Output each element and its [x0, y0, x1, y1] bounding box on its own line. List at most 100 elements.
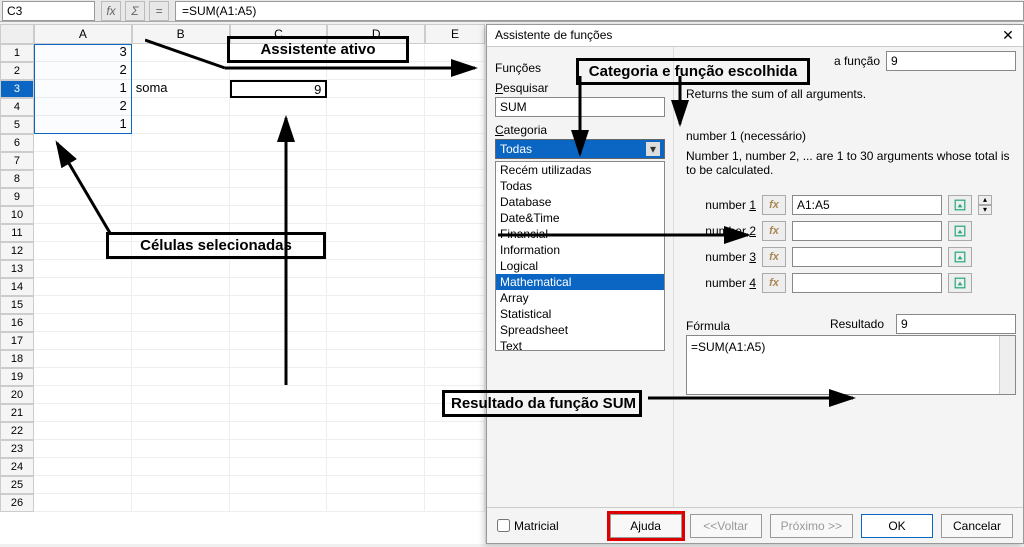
shrink-icon[interactable]	[948, 221, 972, 241]
cell[interactable]	[327, 422, 425, 440]
cell[interactable]	[425, 494, 485, 512]
cell[interactable]	[34, 314, 132, 332]
cell[interactable]	[230, 188, 328, 206]
cell[interactable]	[230, 260, 328, 278]
cell[interactable]	[327, 332, 425, 350]
cell[interactable]	[425, 422, 485, 440]
cell[interactable]	[132, 170, 230, 188]
col-header[interactable]: D	[327, 24, 425, 44]
cell[interactable]	[425, 170, 485, 188]
cell[interactable]	[132, 296, 230, 314]
cell[interactable]	[327, 170, 425, 188]
fx-icon[interactable]: fx	[762, 273, 786, 293]
cell[interactable]	[230, 134, 328, 152]
list-item[interactable]: Spreadsheet	[496, 322, 664, 338]
col-header[interactable]: A	[34, 24, 132, 44]
cell[interactable]	[230, 170, 328, 188]
cell[interactable]	[34, 296, 132, 314]
list-item[interactable]: Recém utilizadas	[496, 162, 664, 178]
row-header[interactable]: 21	[0, 404, 34, 422]
row-header[interactable]: 10	[0, 206, 34, 224]
cell[interactable]	[132, 440, 230, 458]
cell[interactable]	[230, 440, 328, 458]
cell[interactable]	[34, 188, 132, 206]
cell[interactable]	[34, 206, 132, 224]
sigma-icon[interactable]: Σ	[125, 1, 145, 21]
cell[interactable]	[230, 404, 328, 422]
cell[interactable]	[132, 224, 230, 242]
cell[interactable]	[34, 422, 132, 440]
search-input[interactable]	[495, 97, 665, 117]
list-item[interactable]: Logical	[496, 258, 664, 274]
row-header[interactable]: 15	[0, 296, 34, 314]
cell[interactable]	[132, 134, 230, 152]
cell[interactable]	[230, 242, 328, 260]
col-header[interactable]: B	[132, 24, 230, 44]
cell[interactable]	[230, 368, 328, 386]
cell[interactable]	[34, 170, 132, 188]
cell[interactable]	[425, 296, 485, 314]
formula-input[interactable]	[175, 1, 1024, 21]
cell[interactable]	[327, 260, 425, 278]
cell[interactable]	[132, 422, 230, 440]
row-header[interactable]: 11	[0, 224, 34, 242]
cell[interactable]	[327, 314, 425, 332]
cell[interactable]: 2	[34, 62, 132, 80]
shrink-icon[interactable]	[948, 247, 972, 267]
close-icon[interactable]: ✕	[999, 27, 1017, 45]
cell[interactable]	[425, 242, 485, 260]
list-item[interactable]: Todas	[496, 178, 664, 194]
cell[interactable]	[327, 134, 425, 152]
cell[interactable]	[34, 458, 132, 476]
list-item[interactable]: Mathematical	[496, 274, 664, 290]
row-header[interactable]: 2	[0, 62, 34, 80]
cell[interactable]	[327, 44, 425, 62]
cell[interactable]	[327, 368, 425, 386]
cell[interactable]	[327, 278, 425, 296]
cell[interactable]	[327, 476, 425, 494]
cell[interactable]	[132, 98, 230, 116]
cell[interactable]	[425, 206, 485, 224]
row-header[interactable]: 13	[0, 260, 34, 278]
cell[interactable]	[425, 332, 485, 350]
cell[interactable]	[34, 134, 132, 152]
cell[interactable]	[327, 152, 425, 170]
cell[interactable]	[425, 260, 485, 278]
arg-input[interactable]	[792, 247, 942, 267]
matrix-checkbox[interactable]: Matricial	[497, 519, 559, 533]
cell[interactable]	[132, 242, 230, 260]
cell[interactable]: 3	[34, 44, 132, 62]
cell[interactable]	[132, 368, 230, 386]
cell[interactable]	[327, 458, 425, 476]
equals-icon[interactable]: =	[149, 1, 169, 21]
row-header[interactable]: 7	[0, 152, 34, 170]
col-header[interactable]: E	[425, 24, 485, 44]
cell[interactable]: 2	[34, 98, 132, 116]
cell[interactable]	[425, 224, 485, 242]
cell[interactable]	[327, 80, 425, 98]
cell[interactable]	[230, 224, 328, 242]
cell[interactable]	[230, 476, 328, 494]
shrink-icon[interactable]	[948, 273, 972, 293]
cell[interactable]	[327, 440, 425, 458]
cell[interactable]	[425, 440, 485, 458]
arg-input[interactable]	[792, 195, 942, 215]
row-header[interactable]: 3	[0, 80, 34, 98]
row-header[interactable]: 18	[0, 350, 34, 368]
fx-icon[interactable]: fx	[762, 247, 786, 267]
row-header[interactable]: 4	[0, 98, 34, 116]
row-header[interactable]: 23	[0, 440, 34, 458]
cell[interactable]	[34, 224, 132, 242]
cell[interactable]	[327, 116, 425, 134]
cell[interactable]	[34, 278, 132, 296]
row-header[interactable]: 25	[0, 476, 34, 494]
list-item[interactable]: Statistical	[496, 306, 664, 322]
ok-button[interactable]: OK	[861, 514, 933, 538]
cell[interactable]	[230, 62, 328, 80]
cell[interactable]	[34, 494, 132, 512]
fx-icon[interactable]: fx	[101, 1, 121, 21]
name-box[interactable]	[2, 1, 95, 21]
cell[interactable]	[425, 98, 485, 116]
cell[interactable]	[132, 494, 230, 512]
cell[interactable]	[230, 98, 328, 116]
